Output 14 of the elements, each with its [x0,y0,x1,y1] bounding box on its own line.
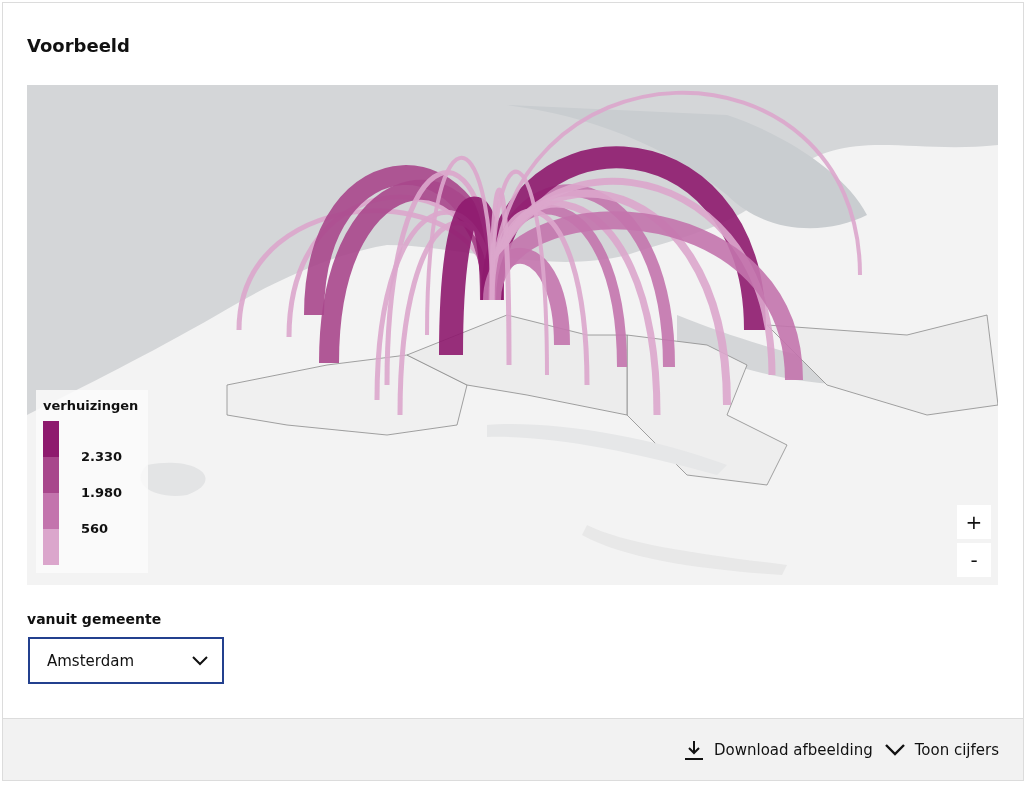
legend-label: 2.330 [81,448,123,466]
legend-title: verhuizingen [43,398,139,413]
zoom-in-button[interactable]: + [957,505,991,539]
chevron-down-icon [192,655,208,666]
filter-label: vanuit gemeente [27,611,163,627]
municipality-dropdown[interactable]: Amsterdam [28,637,224,684]
download-button[interactable]: Download afbeelding [684,739,873,760]
zoom-out-button[interactable]: - [957,543,991,577]
card-title: Voorbeeld [27,35,131,56]
show-figures-button[interactable]: Toon cijfers [884,740,999,759]
legend-label: 560 [81,520,110,538]
download-icon [684,739,704,760]
legend-label: 1.980 [81,484,123,502]
chevron-down-icon [884,743,905,756]
